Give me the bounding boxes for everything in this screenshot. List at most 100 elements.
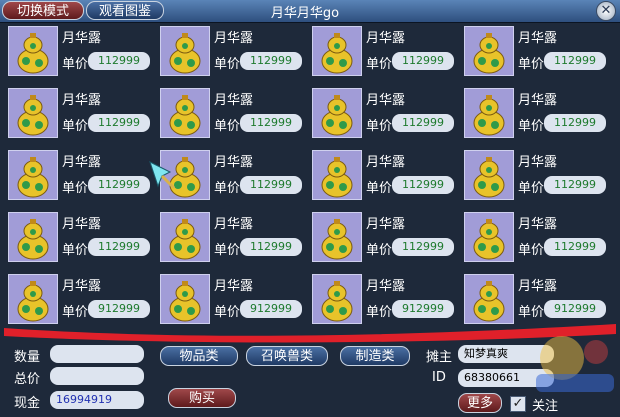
site-logo-watermark xyxy=(536,336,614,392)
gourd-icon[interactable] xyxy=(8,274,58,324)
item-slot[interactable]: 月华露单价 112999 xyxy=(308,148,458,206)
unit-price-value: 112999 xyxy=(544,114,606,132)
unit-price-value: 112999 xyxy=(88,114,150,132)
item-slot[interactable]: 月华露单价 112999 xyxy=(460,148,610,206)
gourd-icon[interactable] xyxy=(160,88,210,138)
item-slot[interactable]: 月华露单价 112999 xyxy=(156,24,306,82)
item-name: 月华露 xyxy=(518,93,558,108)
quantity-input[interactable] xyxy=(50,345,144,363)
total-price-label: 总价 xyxy=(14,372,41,387)
unit-price-value: 112999 xyxy=(544,238,606,256)
unit-price-value: 112999 xyxy=(240,52,302,70)
unit-price-label: 单价 xyxy=(214,119,241,134)
unit-price-label: 单价 xyxy=(366,119,393,134)
item-slot[interactable]: 月华露单价 112999 xyxy=(460,24,610,82)
unit-price-label: 单价 xyxy=(62,119,89,134)
unit-price-label: 单价 xyxy=(366,57,393,72)
window-title: 月华月华go xyxy=(270,6,340,21)
item-slot[interactable]: 月华露单价 112999 xyxy=(4,210,154,268)
unit-price-value: 112999 xyxy=(392,176,454,194)
item-grid: 月华露 单价 112999 月华露 单价 112999 月华露 单价 112999 月华露 单价 11… xyxy=(0,24,620,324)
quantity-label: 数量 xyxy=(14,350,41,365)
item-name: 月华露 xyxy=(62,217,102,232)
unit-price-label: 单价 xyxy=(62,243,89,258)
gourd-icon[interactable] xyxy=(160,212,210,262)
unit-price-value: 112999 xyxy=(544,176,606,194)
unit-price-value: 112999 xyxy=(392,114,454,132)
item-name: 月华露 xyxy=(214,279,254,294)
tab-summons[interactable]: 召唤兽类 xyxy=(246,346,328,366)
gourd-icon[interactable] xyxy=(464,274,514,324)
owner-label: 摊主 xyxy=(426,350,453,365)
gourd-icon[interactable] xyxy=(312,150,362,200)
gourd-icon[interactable] xyxy=(464,26,514,76)
close-icon[interactable]: ✕ xyxy=(596,1,616,21)
unit-price-label: 单价 xyxy=(518,181,545,196)
item-slot[interactable]: 月华露单价 112999 xyxy=(4,24,154,82)
gourd-icon[interactable] xyxy=(312,88,362,138)
gourd-icon[interactable] xyxy=(8,26,58,76)
item-slot[interactable]: 月华露 单价 112999 xyxy=(460,86,610,144)
unit-price-value: 112999 xyxy=(88,52,150,70)
item-name: 月华露 xyxy=(518,217,558,232)
item-name: 月华露 xyxy=(518,31,558,46)
buy-button[interactable]: 购买 xyxy=(168,388,236,408)
unit-price-label: 单价 xyxy=(214,57,241,72)
unit-price-value: 912999 xyxy=(544,300,606,318)
unit-price-value: 112999 xyxy=(240,238,302,256)
switch-mode-button[interactable]: 切换模式 xyxy=(2,1,84,20)
item-name: 月华露 xyxy=(518,155,558,170)
gourd-icon[interactable] xyxy=(160,26,210,76)
item-slot[interactable]: 月华露单价 112999 xyxy=(308,86,458,144)
gourd-icon[interactable] xyxy=(312,274,362,324)
unit-price-value: 112999 xyxy=(240,114,302,132)
item-name: 月华露 xyxy=(62,31,102,46)
gourd-icon[interactable] xyxy=(464,212,514,262)
item-slot[interactable]: 月华露单价 112999 xyxy=(4,86,154,144)
item-slot[interactable]: 月华露 单价 112999 xyxy=(308,210,458,268)
item-name: 月华露 xyxy=(214,93,254,108)
title-bar: 切换模式 观看图鉴 月华月华go ✕ xyxy=(0,0,620,23)
gourd-icon[interactable] xyxy=(312,26,362,76)
unit-price-label: 单价 xyxy=(62,57,89,72)
item-slot[interactable]: 月华露 单价 112999 xyxy=(308,24,458,82)
unit-price-label: 单价 xyxy=(518,243,545,258)
item-slot[interactable]: 月华露 单价 112999 xyxy=(4,148,154,206)
gourd-icon[interactable] xyxy=(8,212,58,262)
item-name: 月华露 xyxy=(214,155,254,170)
stall-window: 切换模式 观看图鉴 月华月华go ✕ 月华露 单价 112999 月华露 单价 11299… xyxy=(0,0,620,417)
item-name: 月华露 xyxy=(366,279,406,294)
cash-label: 现金 xyxy=(14,396,41,411)
unit-price-value: 912999 xyxy=(88,300,150,318)
unit-price-label: 单价 xyxy=(366,181,393,196)
item-name: 月华露 xyxy=(62,279,102,294)
unit-price-label: 单价 xyxy=(214,181,241,196)
unit-price-label: 单价 xyxy=(518,57,545,72)
gourd-icon[interactable] xyxy=(8,150,58,200)
unit-price-label: 单价 xyxy=(214,243,241,258)
item-name: 月华露 xyxy=(214,31,254,46)
unit-price-value: 112999 xyxy=(88,238,150,256)
item-slot[interactable]: 月华露单价 112999 xyxy=(156,86,306,144)
more-button[interactable]: 更多 xyxy=(458,393,502,413)
gourd-icon[interactable] xyxy=(8,88,58,138)
gourd-icon[interactable] xyxy=(464,150,514,200)
gourd-icon[interactable] xyxy=(464,88,514,138)
item-name: 月华露 xyxy=(366,155,406,170)
item-slot[interactable]: 月华露单价 112999 xyxy=(460,210,610,268)
gourd-icon[interactable] xyxy=(312,212,362,262)
item-slot[interactable]: 月华露 单价 112999 xyxy=(156,210,306,268)
unit-price-value: 112999 xyxy=(88,176,150,194)
view-catalog-button[interactable]: 观看图鉴 xyxy=(86,1,164,20)
unit-price-label: 单价 xyxy=(366,243,393,258)
cash-field: 16994919 xyxy=(50,391,144,409)
unit-price-value: 112999 xyxy=(240,176,302,194)
item-name: 月华露 xyxy=(62,93,102,108)
item-name: 月华露 xyxy=(366,93,406,108)
unit-price-value: 112999 xyxy=(392,238,454,256)
unit-price-value: 112999 xyxy=(392,52,454,70)
unit-price-value: 112999 xyxy=(544,52,606,70)
gourd-icon[interactable] xyxy=(160,274,210,324)
tab-crafting[interactable]: 制造类 xyxy=(340,346,410,366)
tab-goods[interactable]: 物品类 xyxy=(160,346,238,366)
